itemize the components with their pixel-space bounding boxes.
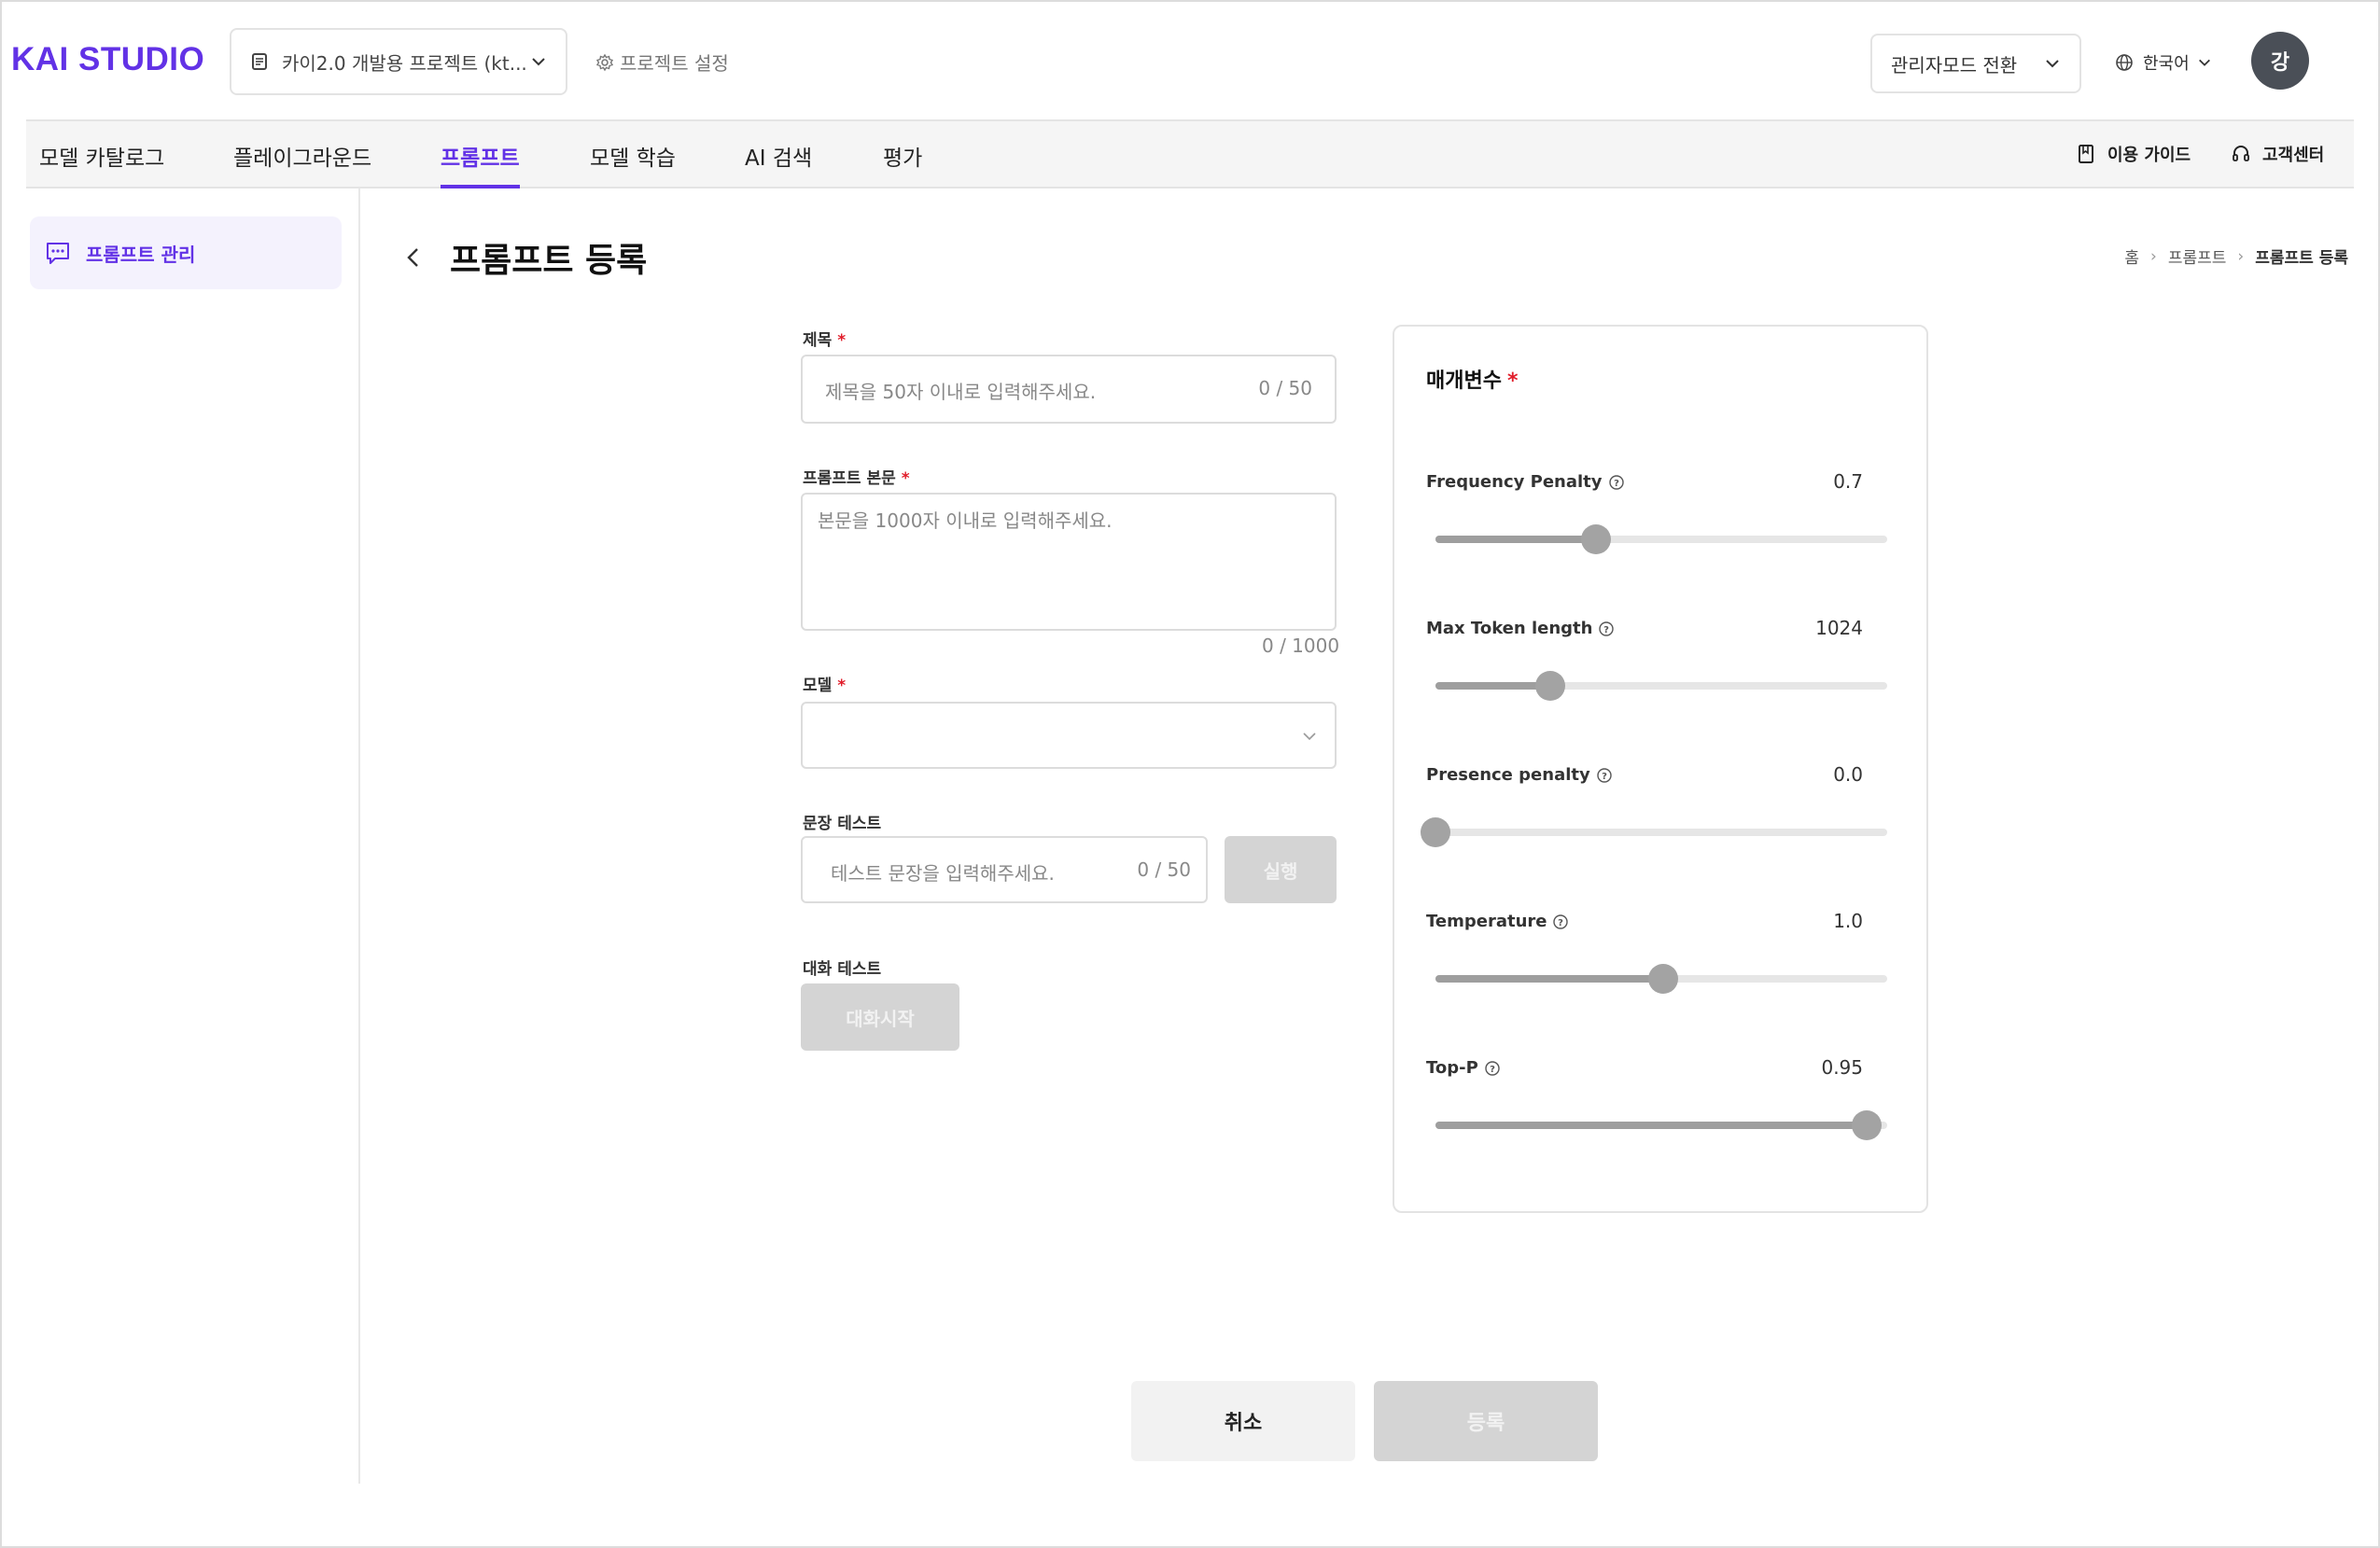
model-label: 모델 * (803, 676, 847, 695)
tab-model-training[interactable]: 모델 학습 (590, 140, 676, 185)
sidebar-item-label: 프롬프트 관리 (86, 243, 196, 266)
svg-text:?: ? (1602, 772, 1607, 782)
param-slider-track[interactable] (1435, 524, 1887, 554)
breadcrumb-current: 프롬프트 등록 (2255, 249, 2348, 268)
param-slider-fill (1435, 975, 1664, 983)
param-slider-thumb[interactable] (1648, 964, 1679, 994)
param-value: 0.0 (1833, 763, 1863, 786)
headset-icon (2233, 146, 2249, 161)
run-button[interactable]: 실행 (1225, 836, 1337, 903)
project-select[interactable]: 카이2.0 개발용 프로젝트 (kt... (230, 28, 567, 95)
body-placeholder: 본문을 1000자 이내로 입력해주세요. (818, 509, 1113, 532)
param-value: 1.0 (1833, 910, 1863, 932)
param-slider-thumb[interactable] (1421, 817, 1450, 847)
breadcrumb-prompt[interactable]: 프롬프트 (2168, 244, 2227, 268)
title-placeholder: 제목을 50자 이내로 입력해주세요. (825, 381, 1097, 403)
model-select[interactable] (801, 702, 1337, 769)
project-select-label: 카이2.0 개발용 프로젝트 (kt... (282, 51, 527, 75)
param-slider-fill (1435, 1122, 1868, 1129)
page-title: 프롬프트 등록 (450, 242, 648, 280)
page-title-row: 프롬프트 등록 (399, 233, 647, 282)
chevron-down-icon (1303, 732, 1316, 741)
parameters-title: 매개변수 * (1426, 370, 1519, 393)
chat-test-label: 대화 테스트 (803, 960, 882, 979)
help-circle-icon[interactable]: ? (1484, 1060, 1501, 1077)
param-slider-fill (1435, 536, 1596, 543)
help-circle-icon[interactable]: ? (1598, 621, 1615, 637)
tab-evaluation[interactable]: 평가 (883, 140, 922, 185)
guide-link[interactable]: 이용 가이드 (2076, 142, 2191, 166)
project-settings-label: 프로젝트 설정 (620, 52, 729, 75)
support-link[interactable]: 고객센터 (2231, 142, 2324, 166)
body-textarea[interactable]: 본문을 1000자 이내로 입력해주세요. (801, 493, 1337, 631)
param-label: Temperature? (1426, 912, 1569, 931)
body-counter: 0 / 1000 (1262, 635, 1340, 657)
svg-text:?: ? (1604, 625, 1610, 635)
book-icon (2079, 145, 2093, 163)
svg-text:?: ? (1559, 918, 1564, 928)
tab-model-catalog[interactable]: 모델 카탈로그 (39, 140, 164, 185)
project-settings-link[interactable]: 프로젝트 설정 (595, 49, 729, 76)
breadcrumb-home[interactable]: 홈 (2124, 244, 2139, 268)
param-slider-thumb[interactable] (1535, 671, 1566, 701)
sentence-test-placeholder: 테스트 문장을 입력해주세요. (831, 862, 1055, 885)
main-nav: 모델 카탈로그 플레이그라운드 프롬프트 모델 학습 AI 검색 평가 이용 가… (26, 119, 2354, 188)
tab-playground[interactable]: 플레이그라운드 (233, 140, 371, 185)
title-label: 제목 * (803, 331, 847, 350)
sentence-test-label: 문장 테스트 (803, 815, 882, 833)
logo[interactable]: KAI STUDIO (11, 41, 204, 78)
param-slider-thumb[interactable] (1580, 524, 1611, 554)
sentence-test-counter: 0 / 50 (1137, 858, 1191, 881)
title-counter: 0 / 50 (1258, 377, 1312, 399)
gear-icon (595, 53, 614, 71)
chevron-down-icon (2198, 59, 2210, 66)
param-slider-fill (1435, 682, 1551, 690)
chat-bubble-icon (47, 243, 69, 264)
breadcrumb-separator: › (2150, 246, 2157, 266)
breadcrumb: 홈 › 프롬프트 › 프롬프트 등록 (2124, 244, 2348, 269)
user-avatar[interactable]: 강 (2251, 32, 2309, 90)
document-icon (252, 53, 267, 70)
support-label: 고객센터 (2262, 146, 2325, 165)
param-slider-track[interactable] (1435, 1110, 1887, 1140)
title-input[interactable]: 제목을 50자 이내로 입력해주세요. 0 / 50 (801, 355, 1337, 424)
param-slider-track[interactable] (1435, 964, 1887, 994)
param-slider-thumb[interactable] (1852, 1110, 1883, 1140)
tab-ai-search[interactable]: AI 검색 (745, 140, 812, 185)
param-value: 0.7 (1833, 470, 1863, 493)
param-value: 0.95 (1821, 1056, 1863, 1079)
sidebar-item-prompt-management[interactable]: 프롬프트 관리 (30, 216, 342, 289)
admin-mode-switch[interactable]: 관리자모드 전환 (1870, 34, 2081, 93)
param-slider-track[interactable] (1435, 671, 1887, 701)
help-circle-icon[interactable]: ? (1608, 474, 1625, 491)
breadcrumb-separator: › (2237, 246, 2245, 266)
chevron-down-icon (2046, 60, 2059, 68)
param-label: Frequency Penalty? (1426, 472, 1625, 492)
param-label: Presence penalty? (1426, 765, 1613, 785)
body-label: 프롬프트 본문 * (803, 469, 910, 488)
help-circle-icon[interactable]: ? (1596, 767, 1613, 784)
svg-text:?: ? (1614, 479, 1619, 489)
register-button[interactable]: 등록 (1374, 1381, 1598, 1461)
admin-mode-label: 관리자모드 전환 (1891, 53, 2018, 77)
language-label: 한국어 (2143, 54, 2190, 74)
svg-text:?: ? (1490, 1065, 1495, 1075)
globe-icon (2116, 54, 2133, 71)
parameters-panel: 매개변수 * Frequency Penalty? 0.7 Max Token len… (1393, 325, 1928, 1213)
param-label: Top-P? (1426, 1058, 1501, 1078)
param-slider-track[interactable] (1421, 817, 1887, 847)
sidebar: 프롬프트 관리 (26, 188, 360, 1484)
sentence-test-input[interactable]: 테스트 문장을 입력해주세요. 0 / 50 (801, 836, 1208, 903)
chat-start-button[interactable]: 대화시작 (801, 983, 959, 1051)
cancel-button[interactable]: 취소 (1131, 1381, 1355, 1461)
guide-label: 이용 가이드 (2107, 146, 2191, 165)
back-arrow-icon[interactable] (399, 244, 427, 272)
param-value: 1024 (1815, 617, 1863, 639)
tab-prompt[interactable]: 프롬프트 (441, 140, 520, 188)
chevron-down-icon (532, 58, 545, 66)
param-label: Max Token length? (1426, 619, 1615, 638)
help-circle-icon[interactable]: ? (1552, 913, 1569, 930)
language-select[interactable]: 한국어 (2115, 50, 2212, 75)
